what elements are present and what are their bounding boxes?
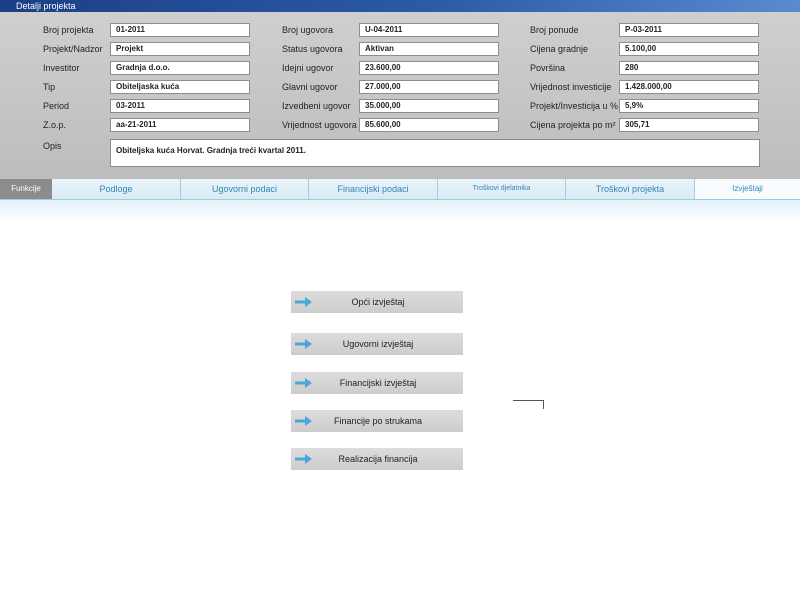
stray-line-artifact: [513, 400, 544, 409]
label-tip: Tip: [43, 82, 56, 92]
field-tip[interactable]: Obiteljaska kuća: [110, 80, 250, 94]
label-zop: Z.o.p.: [43, 120, 67, 130]
project-details-panel: Broj projekta 01-2011 Projekt/Nadzor Pro…: [0, 12, 800, 179]
window-title: Detalji projekta: [16, 1, 76, 11]
tab-troskovi-projekta[interactable]: Troškovi projekta: [566, 179, 695, 199]
tab-financijski-podaci[interactable]: Financijski podaci: [309, 179, 438, 199]
field-broj-projekta[interactable]: 01-2011: [110, 23, 250, 37]
field-glavni-ugovor[interactable]: 27.000,00: [359, 80, 499, 94]
label-broj-ponude: Broj ponude: [530, 25, 579, 35]
tab-content-glow: [0, 200, 800, 222]
label-broj-projekta: Broj projekta: [43, 25, 94, 35]
tab-bar: Funkcije Podloge Ugovorni podaci Financi…: [0, 179, 800, 200]
field-period[interactable]: 03-2011: [110, 99, 250, 113]
label-investitor: Investitor: [43, 63, 80, 73]
report-button-realizacija-financija[interactable]: Realizacija financija: [291, 448, 463, 470]
field-investitor[interactable]: Gradnja d.o.o.: [110, 61, 250, 75]
label-glavni-ugovor: Glavni ugovor: [282, 82, 338, 92]
label-povrsina: Površina: [530, 63, 566, 73]
tab-ugovorni-podaci[interactable]: Ugovorni podaci: [181, 179, 309, 199]
field-vrijednost-ugovora[interactable]: 85.600,00: [359, 118, 499, 132]
arrow-right-icon: [295, 454, 312, 464]
report-button-ugovorni[interactable]: Ugovorni izvještaj: [291, 333, 463, 355]
report-button-label: Opći izvještaj: [351, 297, 405, 307]
arrow-right-icon: [295, 339, 312, 349]
field-projekt-investicija-posto[interactable]: 5,9%: [619, 99, 759, 113]
field-izvedbeni-ugovor[interactable]: 35.000,00: [359, 99, 499, 113]
label-status-ugovora: Status ugovora: [282, 44, 343, 54]
label-period: Period: [43, 101, 70, 111]
tab-podloge[interactable]: Podloge: [52, 179, 181, 199]
report-button-label: Ugovorni izvještaj: [342, 339, 414, 349]
tab-funkcije[interactable]: Funkcije: [0, 179, 52, 199]
field-cijena-projekta-po-m2[interactable]: 305,71: [619, 118, 759, 132]
field-idejni-ugovor[interactable]: 23.600,00: [359, 61, 499, 75]
report-button-financijski[interactable]: Financijski izvještaj: [291, 372, 463, 394]
report-button-label: Financije po strukama: [333, 416, 423, 426]
field-cijena-gradnje[interactable]: 5.100,00: [619, 42, 759, 56]
tab-troskovi-djelatnika[interactable]: Troškovi djelatnika: [438, 179, 566, 199]
label-broj-ugovora: Broj ugovora: [282, 25, 334, 35]
label-cijena-projekta-po-m2: Cijena projekta po m²: [530, 120, 616, 130]
report-button-financije-po-strukama[interactable]: Financije po strukama: [291, 410, 463, 432]
field-status-ugovora[interactable]: Aktivan: [359, 42, 499, 56]
arrow-right-icon: [295, 416, 312, 426]
label-projekt-nadzor: Projekt/Nadzor: [43, 44, 103, 54]
arrow-right-icon: [295, 297, 312, 307]
field-opis[interactable]: Obiteljska kuća Horvat. Gradnja treći kv…: [110, 139, 760, 167]
field-vrijednost-investicije[interactable]: 1.428.000,00: [619, 80, 759, 94]
window-titlebar: Detalji projekta: [0, 0, 800, 12]
label-projekt-investicija-posto: Projekt/Investicija u %: [530, 101, 619, 111]
report-button-label: Financijski izvještaj: [339, 378, 417, 388]
field-broj-ugovora[interactable]: U-04-2011: [359, 23, 499, 37]
arrow-right-icon: [295, 378, 312, 388]
label-cijena-gradnje: Cijena gradnje: [530, 44, 589, 54]
field-broj-ponude[interactable]: P-03-2011: [619, 23, 759, 37]
field-povrsina[interactable]: 280: [619, 61, 759, 75]
label-vrijednost-ugovora: Vrijednost ugovora: [282, 120, 357, 130]
report-button-label: Realizacija financija: [338, 454, 418, 464]
label-vrijednost-investicije: Vrijednost investicije: [530, 82, 612, 92]
field-zop[interactable]: aa-21-2011: [110, 118, 250, 132]
report-button-opci[interactable]: Opći izvještaj: [291, 291, 463, 313]
field-projekt-nadzor[interactable]: Projekt: [110, 42, 250, 56]
label-izvedbeni-ugovor: Izvedbeni ugovor: [282, 101, 351, 111]
tab-izvjestaji[interactable]: Izvještaji: [695, 179, 800, 199]
label-idejni-ugovor: Idejni ugovor: [282, 63, 334, 73]
label-opis: Opis: [43, 141, 62, 151]
